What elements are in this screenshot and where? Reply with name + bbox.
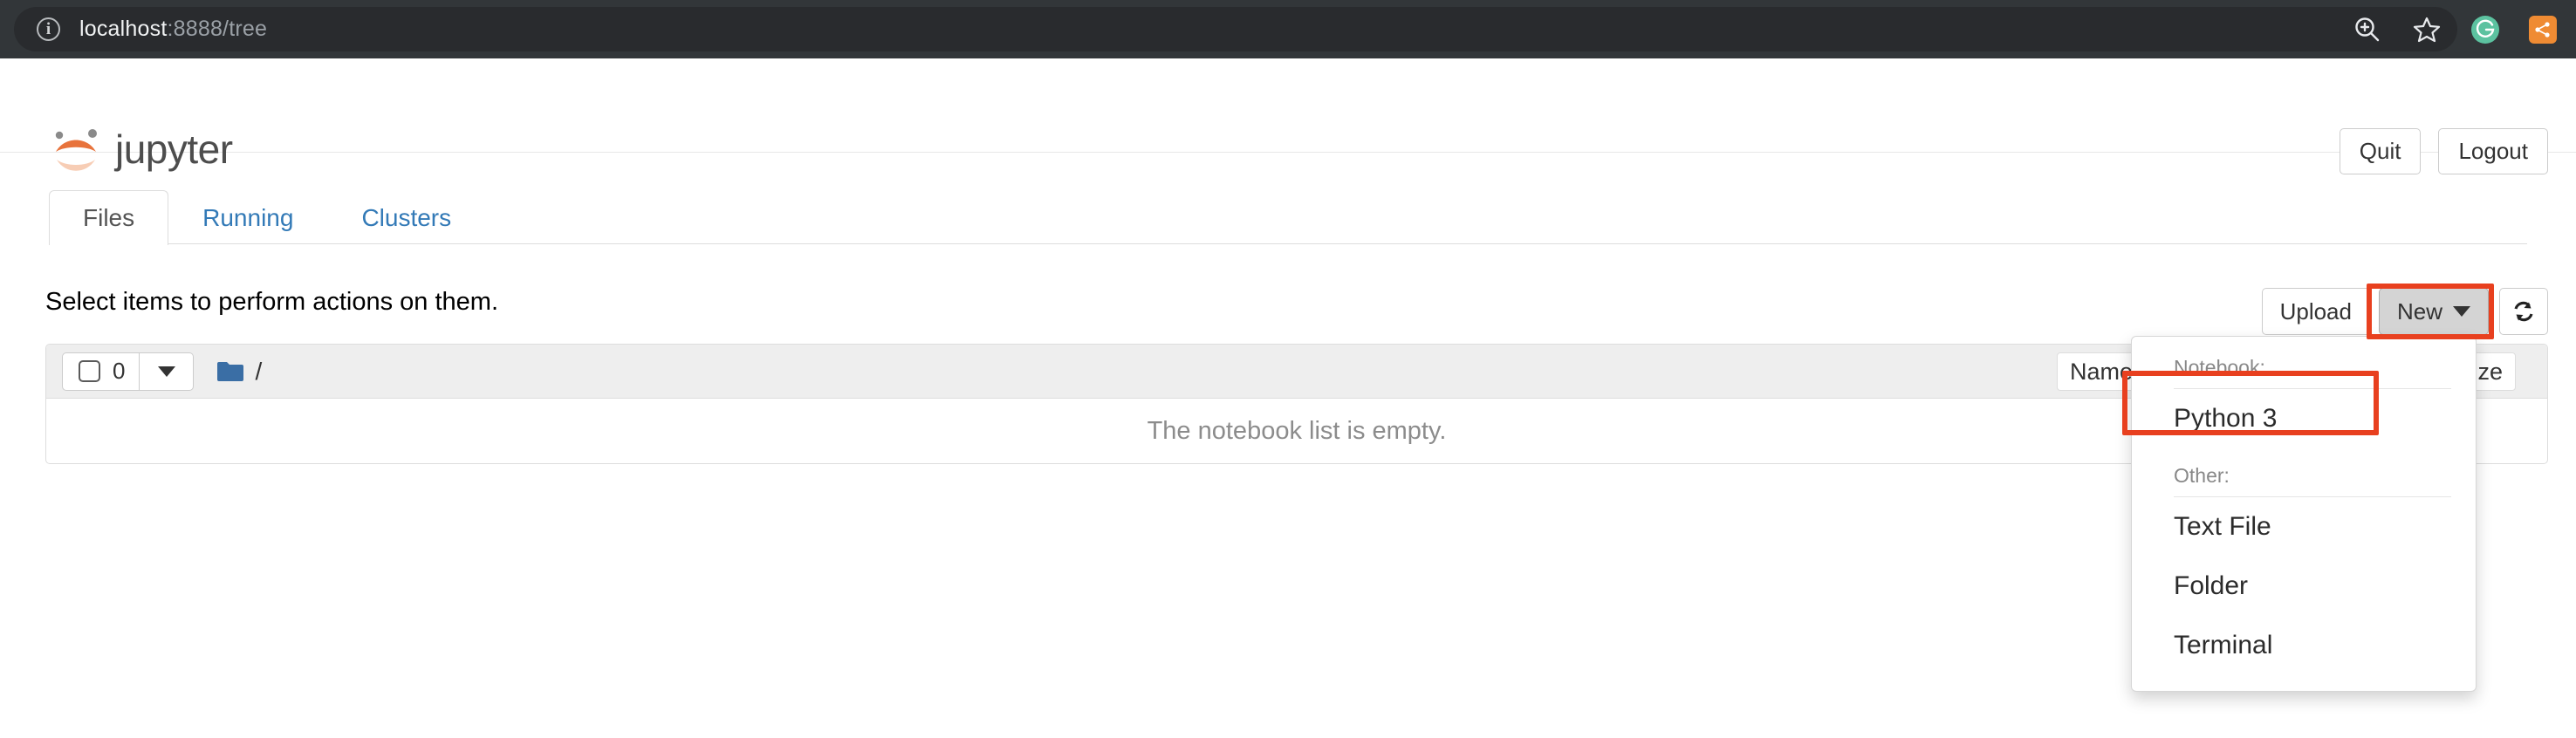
header-buttons: Quit Logout <box>2339 128 2548 174</box>
folder-icon <box>216 360 244 383</box>
address-bar[interactable]: i localhost:8888/tree <box>14 7 2457 51</box>
upload-button[interactable]: Upload <box>2261 288 2370 335</box>
breadcrumb-root[interactable]: / <box>255 358 262 386</box>
dropdown-section-notebook-label: Notebook: <box>2174 356 2265 379</box>
chevron-down-icon <box>2453 306 2470 317</box>
dropdown-item-folder[interactable]: Folder <box>2132 557 2476 616</box>
tab-clusters[interactable]: Clusters <box>327 190 485 245</box>
dropdown-spacer <box>2132 448 2476 457</box>
logout-button[interactable]: Logout <box>2438 128 2548 174</box>
select-all-box[interactable]: 0 <box>62 352 140 391</box>
bookmark-star-icon[interactable] <box>2412 15 2442 44</box>
new-button-label: New <box>2396 298 2442 325</box>
url-host: localhost <box>79 17 168 41</box>
grammarly-extension-icon[interactable] <box>2471 15 2499 44</box>
new-button[interactable]: New <box>2378 288 2489 335</box>
jupyter-logo-text: jupyter <box>115 126 233 172</box>
address-bar-url: localhost:8888/tree <box>79 17 267 42</box>
dropdown-item-terminal[interactable]: Terminal <box>2132 616 2476 675</box>
selection-menu-button[interactable] <box>140 352 195 391</box>
dropdown-section-other-label: Other: <box>2174 464 2230 487</box>
share-extension-icon[interactable] <box>2529 15 2557 44</box>
select-all-checkbox[interactable] <box>79 360 100 382</box>
jupyter-logo[interactable]: jupyter <box>49 125 233 174</box>
select-items-note: Select items to perform actions on them. <box>45 288 498 316</box>
jupyter-planet-icon <box>55 129 97 171</box>
url-path: :8888/tree <box>167 17 268 41</box>
chevron-down-icon <box>157 366 175 377</box>
tab-files[interactable]: Files <box>49 190 169 245</box>
jupyter-header: jupyter Quit Logout <box>0 58 2576 174</box>
select-all-group: 0 <box>62 352 195 391</box>
dropdown-item-python-3[interactable]: Python 3 <box>2132 389 2476 448</box>
refresh-button[interactable] <box>2499 288 2548 335</box>
quit-button[interactable]: Quit <box>2339 128 2422 174</box>
file-actions-toolbar: Upload New <box>2261 288 2548 335</box>
dropdown-item-text-file[interactable]: Text File <box>2132 497 2476 557</box>
site-info-icon[interactable]: i <box>37 17 60 41</box>
tab-bar: Files Running Clusters <box>49 190 2527 245</box>
tab-running[interactable]: Running <box>168 190 327 245</box>
refresh-icon <box>2514 301 2533 322</box>
browser-action-icons <box>2353 0 2557 58</box>
browser-toolbar: i localhost:8888/tree <box>0 0 2576 58</box>
zoom-in-icon[interactable] <box>2353 15 2382 44</box>
selected-count: 0 <box>113 358 126 384</box>
new-dropdown-menu: Notebook: Python 3 Other: Text File Fold… <box>2131 336 2477 692</box>
sort-name-label: Name <box>2069 358 2133 385</box>
